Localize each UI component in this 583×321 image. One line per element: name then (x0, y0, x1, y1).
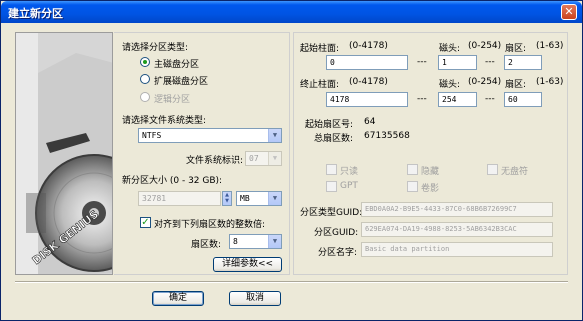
size-unit-value: MB (240, 194, 250, 203)
sector-count-value: 8 (233, 237, 238, 246)
close-button[interactable]: ✕ (561, 4, 577, 20)
cancel-button[interactable]: 取消 (229, 291, 281, 306)
partition-size-label: 新分区大小 (0 - 32 GB): (122, 176, 223, 186)
dialog-window: 建立新分区 ✕ DISK GENIUS 请选择分区类型: 主磁盘分区 扩展磁盘分… (0, 0, 583, 321)
partition-size-value: 32781 (142, 194, 167, 203)
start-sector-range: (1-63) (536, 41, 564, 51)
gpt-checkbox (326, 181, 337, 192)
start-cylinder-input[interactable]: 0 (326, 55, 408, 70)
start-head-label: 磁头: (439, 44, 461, 54)
start-head-range: (0-254) (468, 41, 502, 51)
size-unit-select[interactable]: MB ▼ (236, 191, 282, 206)
dash-separator: --- (485, 57, 495, 67)
divider (15, 281, 568, 283)
align-checkbox[interactable]: ✓ (140, 217, 151, 228)
radio-primary[interactable] (140, 57, 150, 67)
end-sector-label: 扇区: (505, 80, 527, 90)
shadow-label: 卷影 (421, 184, 440, 194)
total-sectors-label: 总扇区数: (314, 134, 354, 144)
spin-down-icon[interactable]: ▼ (223, 198, 231, 204)
end-cylinder-label: 终止柱面: (300, 80, 340, 90)
start-head-input[interactable]: 1 (438, 55, 477, 70)
radio-extended-label[interactable]: 扩展磁盘分区 (154, 74, 208, 87)
chevron-down-icon[interactable]: ▼ (268, 129, 281, 142)
radio-logical (140, 92, 150, 102)
end-head-label: 磁头: (439, 80, 461, 90)
end-sector-input[interactable]: 60 (504, 92, 542, 107)
title-bar[interactable]: 建立新分区 ✕ (1, 1, 582, 23)
start-sector-label: 扇区: (505, 44, 527, 54)
start-cylinder-label: 起始柱面: (300, 44, 340, 54)
partition-name-input[interactable]: Basic data partition (361, 242, 553, 257)
end-cylinder-range: (0-4178) (349, 77, 388, 87)
chevron-down-icon[interactable]: ▼ (268, 235, 281, 248)
shadow-checkbox (407, 181, 418, 192)
readonly-checkbox (326, 164, 337, 175)
filesystem-select-value: NTFS (142, 131, 162, 140)
radio-primary-label[interactable]: 主磁盘分区 (154, 57, 199, 70)
radio-logical-label: 逻辑分区 (154, 95, 191, 105)
sector-count-label: 扇区数: (191, 240, 222, 250)
filesystem-id-select: 07 ▼ (245, 151, 282, 166)
filesystem-id-label: 文件系统标识: (186, 156, 244, 166)
type-guid-label: 分区类型GUID: (300, 208, 363, 218)
start-sector-number-value: 64 (364, 117, 376, 127)
dash-separator: --- (417, 94, 427, 104)
filesystem-type-label: 请选择文件系统类型: (122, 116, 207, 126)
start-sector-input[interactable]: 2 (504, 55, 542, 70)
close-icon: ✕ (564, 5, 574, 18)
end-head-input[interactable]: 254 (438, 92, 477, 107)
details-button[interactable]: 详细参数<< (213, 257, 282, 272)
filesystem-id-value: 07 (249, 154, 259, 163)
start-sector-number-label: 起始扇区号: (305, 120, 354, 130)
partition-guid-label: 分区GUID: (314, 228, 359, 238)
size-spinner[interactable]: ▲ ▼ (222, 191, 232, 206)
hidden-label: 隐藏 (421, 167, 440, 177)
no-drive-letter-checkbox (487, 164, 498, 175)
partition-size-input[interactable]: 32781 (138, 191, 221, 206)
total-sectors-value: 67135568 (364, 131, 410, 141)
sector-count-select[interactable]: 8 ▼ (229, 234, 282, 249)
chevron-down-icon[interactable]: ▼ (268, 192, 281, 205)
no-drive-letter-label: 无盘符 (501, 167, 529, 177)
window-title: 建立新分区 (8, 7, 63, 20)
end-head-range: (0-254) (468, 77, 502, 87)
partition-type-label: 请选择分区类型: (122, 43, 189, 53)
end-cylinder-input[interactable]: 4178 (326, 92, 408, 107)
filesystem-select[interactable]: NTFS ▼ (138, 128, 282, 143)
readonly-label: 只读 (340, 167, 359, 177)
radio-extended[interactable] (140, 74, 150, 84)
end-sector-range: (1-63) (536, 77, 564, 87)
type-guid-input[interactable]: EBD0A0A2-B9E5-4433-87C0-68B6B72699C7 (361, 202, 553, 217)
partition-name-label: 分区名字: (318, 248, 358, 258)
partition-guid-input[interactable]: 629EA074-DA19-4988-8253-5AB6342B3CAC (361, 222, 553, 237)
start-cylinder-range: (0-4178) (349, 41, 388, 51)
chevron-down-icon: ▼ (268, 152, 281, 165)
hidden-checkbox (407, 164, 418, 175)
align-label: 对齐到下列扇区数的整数倍: (154, 220, 266, 230)
hard-disk-illustration: DISK GENIUS (16, 33, 112, 274)
disk-graphic-panel: DISK GENIUS (15, 32, 113, 275)
gpt-label: GPT (340, 181, 358, 191)
dash-separator: --- (417, 57, 427, 67)
ok-button[interactable]: 确定 (152, 291, 204, 306)
dash-separator: --- (485, 94, 495, 104)
